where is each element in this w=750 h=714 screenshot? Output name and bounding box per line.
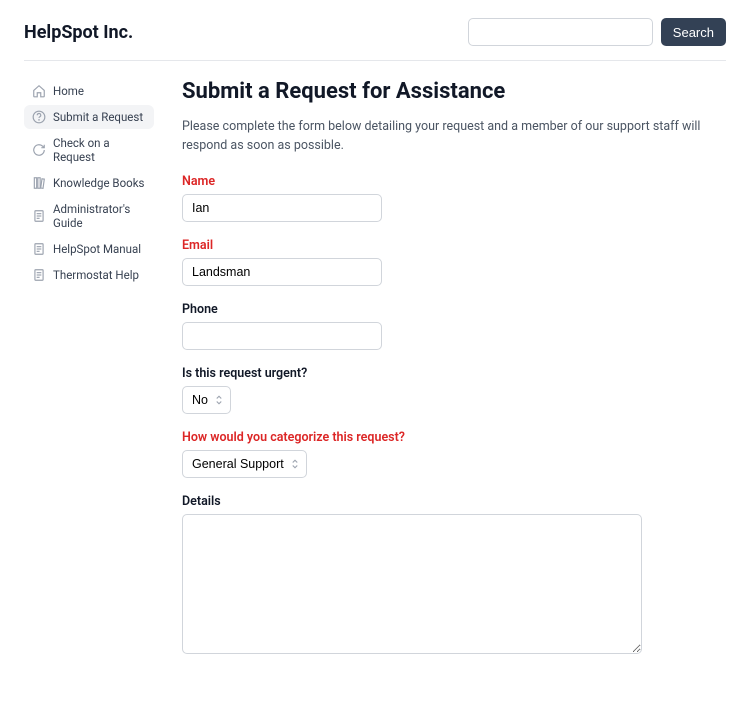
details-textarea[interactable] bbox=[182, 514, 642, 654]
phone-input[interactable] bbox=[182, 322, 382, 350]
category-select[interactable]: General Support bbox=[182, 450, 307, 478]
home-icon bbox=[32, 84, 46, 98]
phone-label: Phone bbox=[182, 302, 726, 317]
sidebar-item-label: HelpSpot Manual bbox=[53, 242, 141, 256]
sidebar-item-helpspot-manual[interactable]: HelpSpot Manual bbox=[24, 237, 154, 261]
field-name: Name bbox=[182, 174, 726, 222]
sidebar-item-submit-request[interactable]: Submit a Request bbox=[24, 105, 154, 129]
page-title: Submit a Request for Assistance bbox=[182, 79, 726, 104]
sidebar-item-label: Check on a Request bbox=[53, 136, 146, 164]
urgent-label: Is this request urgent? bbox=[182, 366, 726, 381]
doc-icon bbox=[32, 242, 46, 256]
sidebar-item-label: Thermostat Help bbox=[53, 268, 139, 282]
email-label: Email bbox=[182, 238, 726, 253]
search-wrap: Search bbox=[468, 18, 726, 46]
page-intro: Please complete the form below detailing… bbox=[182, 118, 726, 156]
field-email: Email bbox=[182, 238, 726, 286]
sidebar-item-label: Submit a Request bbox=[53, 110, 143, 124]
urgent-select[interactable]: No bbox=[182, 386, 231, 414]
field-phone: Phone bbox=[182, 302, 726, 350]
sidebar-item-check-request[interactable]: Check on a Request bbox=[24, 131, 154, 169]
name-label: Name bbox=[182, 174, 726, 189]
field-urgent: Is this request urgent? No bbox=[182, 366, 726, 414]
doc-icon bbox=[32, 268, 46, 282]
sidebar-item-knowledge-books[interactable]: Knowledge Books bbox=[24, 171, 154, 195]
details-label: Details bbox=[182, 494, 726, 509]
email-input[interactable] bbox=[182, 258, 382, 286]
field-details: Details bbox=[182, 494, 726, 658]
doc-icon bbox=[32, 209, 46, 223]
sidebar-item-label: Home bbox=[53, 84, 84, 98]
main-content: Submit a Request for Assistance Please c… bbox=[182, 79, 726, 714]
field-category: How would you categorize this request? G… bbox=[182, 430, 726, 478]
sidebar-item-admin-guide[interactable]: Administrator's Guide bbox=[24, 197, 154, 235]
sidebar-item-home[interactable]: Home bbox=[24, 79, 154, 103]
sidebar: Home Submit a Request Check on a Request… bbox=[24, 79, 154, 714]
sidebar-item-label: Knowledge Books bbox=[53, 176, 144, 190]
sidebar-item-thermostat-help[interactable]: Thermostat Help bbox=[24, 263, 154, 287]
search-button[interactable]: Search bbox=[661, 18, 726, 46]
brand-title: HelpSpot Inc. bbox=[24, 22, 133, 43]
category-label: How would you categorize this request? bbox=[182, 430, 726, 445]
books-icon bbox=[32, 176, 46, 190]
name-input[interactable] bbox=[182, 194, 382, 222]
header: HelpSpot Inc. Search bbox=[24, 0, 726, 61]
search-input[interactable] bbox=[468, 18, 653, 46]
question-icon bbox=[32, 110, 46, 124]
refresh-icon bbox=[32, 143, 46, 157]
sidebar-item-label: Administrator's Guide bbox=[53, 202, 146, 230]
